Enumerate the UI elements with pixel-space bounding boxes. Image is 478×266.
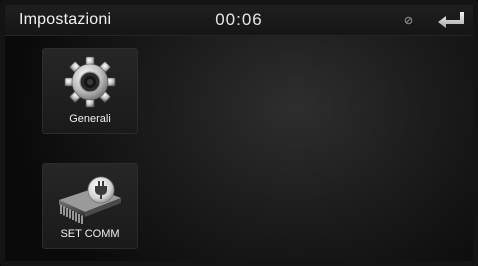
gear-icon <box>64 56 116 108</box>
top-bar: Impostazioni 00:06 <box>5 5 473 36</box>
chip-plug-icon <box>59 176 121 224</box>
no-signal-icon <box>404 16 413 25</box>
clock: 00:06 <box>215 10 263 29</box>
return-arrow-icon[interactable] <box>436 9 466 31</box>
settings-screen: Impostazioni 00:06 Generali SET COMM <box>0 0 478 266</box>
tile-label: SET COMM <box>60 228 120 240</box>
page-title: Impostazioni <box>19 11 112 28</box>
tile-set-comm[interactable]: SET COMM <box>42 163 138 249</box>
tile-generali[interactable]: Generali <box>42 48 138 134</box>
tile-label: Generali <box>69 113 111 125</box>
